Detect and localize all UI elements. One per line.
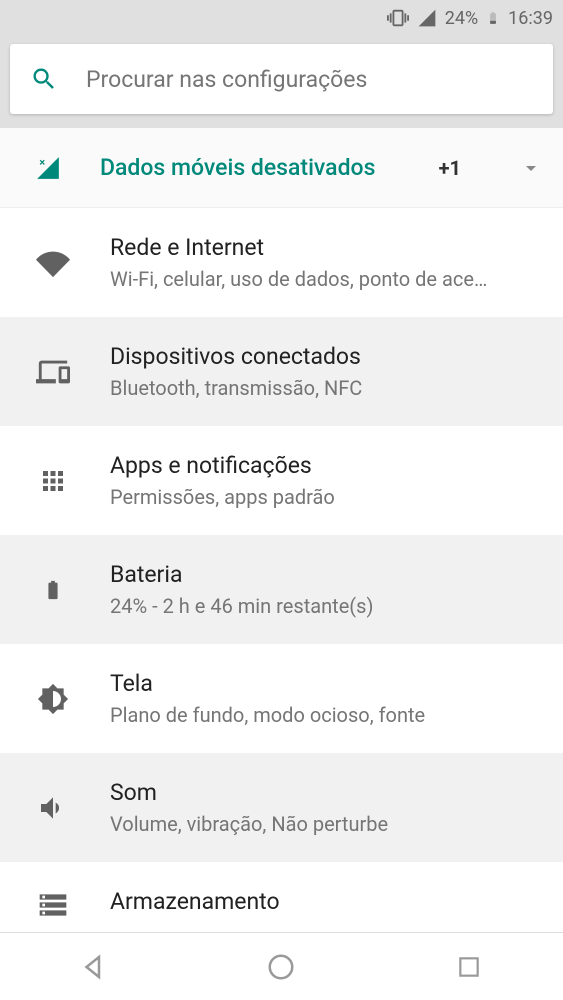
- item-title: Dispositivos conectados: [110, 343, 543, 370]
- devices-icon: [34, 355, 72, 389]
- item-title: Bateria: [110, 561, 543, 588]
- status-bar: 24% 16:39: [0, 0, 563, 36]
- no-signal-icon: ×: [34, 155, 62, 181]
- item-title: Armazenamento: [110, 888, 543, 915]
- item-title: Rede e Internet: [110, 234, 543, 261]
- search-placeholder: Procurar nas configurações: [86, 66, 367, 93]
- battery-percent: 24%: [445, 8, 478, 29]
- item-connected-devices[interactable]: Dispositivos conectados Bluetooth, trans…: [0, 317, 563, 426]
- item-text: Armazenamento: [110, 888, 543, 921]
- vibrate-icon: [387, 7, 409, 29]
- banner-title: Dados móveis desativados: [100, 154, 401, 181]
- battery-icon: [486, 7, 500, 29]
- search-bar[interactable]: Procurar nas configurações: [10, 44, 553, 114]
- item-subtitle: Bluetooth, transmissão, NFC: [110, 376, 543, 400]
- volume-icon: [34, 792, 72, 824]
- nav-bar: [0, 932, 563, 1000]
- item-subtitle: Plano de fundo, modo ocioso, fonte: [110, 703, 543, 727]
- item-title: Tela: [110, 670, 543, 697]
- nav-home-button[interactable]: [263, 949, 299, 985]
- nav-recent-button[interactable]: [451, 949, 487, 985]
- signal-icon: [417, 8, 437, 28]
- banner-count: +1: [439, 156, 461, 180]
- item-subtitle: 24% - 2 h e 46 min restante(s): [110, 594, 543, 618]
- battery-row-icon: [34, 573, 72, 607]
- item-title: Apps e notificações: [110, 452, 543, 479]
- search-icon: [30, 65, 58, 93]
- item-subtitle: Permissões, apps padrão: [110, 485, 543, 509]
- clock-time: 16:39: [508, 8, 553, 29]
- suggestion-banner[interactable]: × Dados móveis desativados +1: [0, 128, 563, 208]
- brightness-icon: [34, 683, 72, 715]
- apps-icon: [34, 466, 72, 496]
- settings-list: Rede e Internet Wi-Fi, celular, uso de d…: [0, 208, 563, 1000]
- item-sound[interactable]: Som Volume, vibração, Não perturbe: [0, 753, 563, 862]
- item-text: Rede e Internet Wi-Fi, celular, uso de d…: [110, 234, 543, 291]
- storage-icon: [34, 889, 72, 921]
- svg-text:×: ×: [39, 155, 45, 168]
- item-display[interactable]: Tela Plano de fundo, modo ocioso, fonte: [0, 644, 563, 753]
- item-subtitle: Volume, vibração, Não perturbe: [110, 812, 543, 836]
- item-subtitle: Wi-Fi, celular, uso de dados, ponto de a…: [110, 267, 543, 291]
- search-bar-container: Procurar nas configurações: [0, 36, 563, 128]
- item-title: Som: [110, 779, 543, 806]
- item-text: Apps e notificações Permissões, apps pad…: [110, 452, 543, 509]
- wifi-icon: [34, 246, 72, 280]
- item-text: Bateria 24% - 2 h e 46 min restante(s): [110, 561, 543, 618]
- item-text: Som Volume, vibração, Não perturbe: [110, 779, 543, 836]
- item-network[interactable]: Rede e Internet Wi-Fi, celular, uso de d…: [0, 208, 563, 317]
- chevron-down-icon: [519, 156, 543, 180]
- item-text: Dispositivos conectados Bluetooth, trans…: [110, 343, 543, 400]
- item-text: Tela Plano de fundo, modo ocioso, fonte: [110, 670, 543, 727]
- item-apps[interactable]: Apps e notificações Permissões, apps pad…: [0, 426, 563, 535]
- item-battery[interactable]: Bateria 24% - 2 h e 46 min restante(s): [0, 535, 563, 644]
- nav-back-button[interactable]: [76, 949, 112, 985]
